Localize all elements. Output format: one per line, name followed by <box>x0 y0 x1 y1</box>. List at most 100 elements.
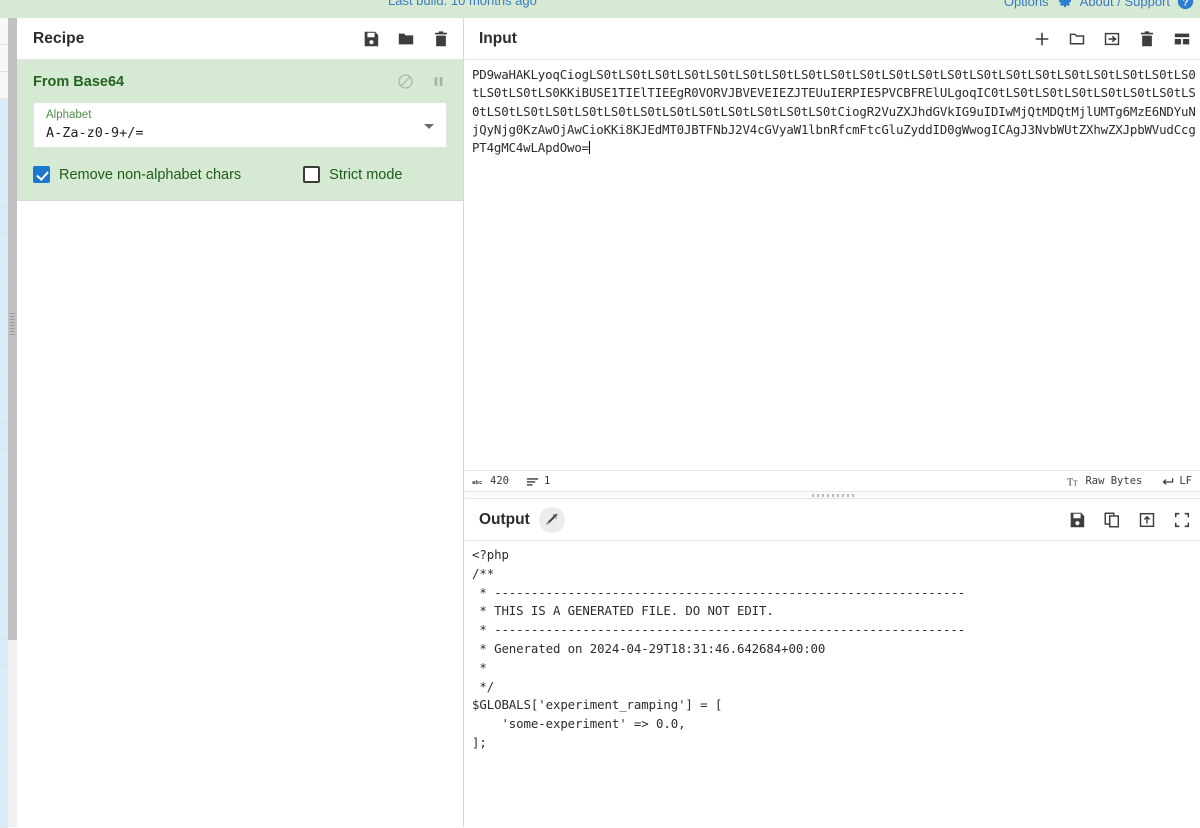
copy-icon[interactable] <box>1103 511 1121 529</box>
checkbox-box-checked-icon[interactable] <box>33 166 50 183</box>
list-item[interactable] <box>0 234 8 261</box>
operation-checkboxes: Remove non-alphabet chars Strict mode <box>33 166 447 183</box>
output-title: Output <box>479 510 530 528</box>
character-count: 420 <box>490 475 509 487</box>
list-item[interactable] <box>0 693 8 720</box>
recipe-operation-from-base64[interactable]: From Base64 Alphabet A-Za-z0-9+/= Remove… <box>17 60 463 201</box>
list-item[interactable] <box>0 207 8 234</box>
folder-icon[interactable] <box>1068 30 1086 48</box>
return-icon <box>1161 476 1174 487</box>
output-title-bar: Output xxx <box>465 499 1200 541</box>
font-icon: TT <box>1067 476 1080 487</box>
layout-icon[interactable] <box>1173 30 1191 48</box>
abc-icon: abc <box>472 476 485 487</box>
line-ending-value[interactable]: LF <box>1179 475 1192 487</box>
operation-header: From Base64 <box>33 73 447 90</box>
encoding-group[interactable]: TT Raw Bytes <box>1067 475 1142 488</box>
line-count: 1 <box>543 475 551 487</box>
list-item[interactable] <box>0 72 8 99</box>
import-icon[interactable] <box>1103 30 1121 48</box>
list-item[interactable] <box>0 261 8 288</box>
recipe-panel: Recipe From Base64 Alphabet A-Za-z0-9+/=… <box>17 18 464 827</box>
argument-value[interactable]: A-Za-z0-9+/= <box>46 123 436 143</box>
input-title-bar: Input <box>465 18 1200 60</box>
pause-icon[interactable] <box>430 73 447 90</box>
list-item[interactable] <box>0 153 8 180</box>
folder-icon[interactable] <box>397 30 415 48</box>
last-build-text: Last build: 10 months ago <box>388 0 537 8</box>
list-item[interactable] <box>0 450 8 477</box>
list-item[interactable] <box>0 396 8 423</box>
svg-text:x: x <box>553 513 555 517</box>
checkbox-label: Remove non-alphabet chars <box>59 166 242 183</box>
list-item[interactable] <box>0 558 8 585</box>
input-textarea[interactable]: PD9waHAKLyoqCiogLS0tLS0tLS0tLS0tLS0tLS0t… <box>465 60 1200 460</box>
list-item[interactable] <box>0 585 8 612</box>
about-support-link[interactable]: About / Support <box>1080 0 1170 9</box>
output-toolbar <box>1068 511 1191 529</box>
save-icon[interactable] <box>1068 511 1086 529</box>
list-item[interactable] <box>0 180 8 207</box>
save-icon[interactable] <box>362 30 380 48</box>
operations-list-sliver[interactable] <box>0 18 8 828</box>
replace-input-icon[interactable] <box>1138 511 1156 529</box>
list-item[interactable] <box>0 747 8 774</box>
trash-icon[interactable] <box>1138 30 1156 48</box>
list-item[interactable] <box>0 477 8 504</box>
svg-text:T: T <box>1073 478 1078 487</box>
list-item[interactable] <box>0 18 8 45</box>
list-item[interactable] <box>0 288 8 315</box>
magic-wand-icon[interactable]: xxx <box>538 506 565 533</box>
checkbox-box-icon[interactable] <box>303 166 321 183</box>
recipe-title-bar: Recipe <box>17 18 463 60</box>
checkbox-remove-non-alphabet-chars[interactable]: Remove non-alphabet chars <box>33 166 241 183</box>
input-panel: Input PD9waHAKLyoqCiogLS0tLS0tLS0tLS0tLS… <box>465 18 1200 470</box>
list-item[interactable] <box>0 801 8 828</box>
list-item[interactable] <box>0 369 8 396</box>
character-count-group: abc 420 <box>472 475 509 487</box>
gear-icon[interactable] <box>1056 0 1073 10</box>
line-count-group: 1 <box>526 475 550 487</box>
list-item[interactable] <box>0 315 8 342</box>
checkbox-strict-mode[interactable]: Strict mode <box>303 166 403 183</box>
svg-text:abc: abc <box>472 479 482 485</box>
text-cursor <box>588 141 590 155</box>
input-text-content[interactable]: PD9waHAKLyoqCiogLS0tLS0tLS0tLS0tLS0tLS0t… <box>472 67 1196 155</box>
line-ending-group[interactable]: LF <box>1161 475 1192 487</box>
list-item[interactable] <box>0 666 8 693</box>
argument-alphabet[interactable]: Alphabet A-Za-z0-9+/= <box>33 102 447 148</box>
top-banner: Last build: 10 months ago Options About … <box>0 0 1200 18</box>
options-link[interactable]: Options <box>1004 0 1049 9</box>
output-textarea[interactable]: <?php /** * ----------------------------… <box>465 541 1200 753</box>
list-item[interactable] <box>0 720 8 747</box>
list-item[interactable] <box>0 45 8 72</box>
question-circle-icon[interactable]: ? <box>1177 0 1194 10</box>
lines-icon <box>526 476 539 487</box>
fullscreen-icon[interactable] <box>1173 511 1191 529</box>
list-item[interactable] <box>0 639 8 666</box>
list-item[interactable] <box>0 126 8 153</box>
list-item[interactable] <box>0 423 8 450</box>
list-item[interactable] <box>0 612 8 639</box>
chevron-down-icon[interactable] <box>424 124 434 129</box>
svg-text:?: ? <box>1182 0 1188 8</box>
argument-label: Alphabet <box>46 109 92 121</box>
list-item[interactable] <box>0 504 8 531</box>
recipe-operation-list[interactable]: From Base64 Alphabet A-Za-z0-9+/= Remove… <box>17 60 463 201</box>
circle-slash-icon[interactable] <box>397 73 414 90</box>
recipe-title: Recipe <box>33 29 85 47</box>
plus-icon[interactable] <box>1033 30 1051 48</box>
scrollbar-grip-icon[interactable] <box>10 313 15 335</box>
output-panel: Output xxx <?php /** * -----------------… <box>465 499 1200 827</box>
list-item[interactable] <box>0 774 8 801</box>
encoding-value[interactable]: Raw Bytes <box>1085 475 1142 487</box>
list-item[interactable] <box>0 531 8 558</box>
trash-icon[interactable] <box>432 30 450 48</box>
input-status-right: TT Raw Bytes LF <box>1067 475 1192 488</box>
operations-scrollbar[interactable] <box>8 18 17 827</box>
operation-title: From Base64 <box>33 73 125 90</box>
list-item[interactable] <box>0 342 8 369</box>
panel-resize-handle[interactable] <box>465 492 1200 499</box>
list-item[interactable] <box>0 99 8 126</box>
input-toolbar <box>1033 30 1191 48</box>
